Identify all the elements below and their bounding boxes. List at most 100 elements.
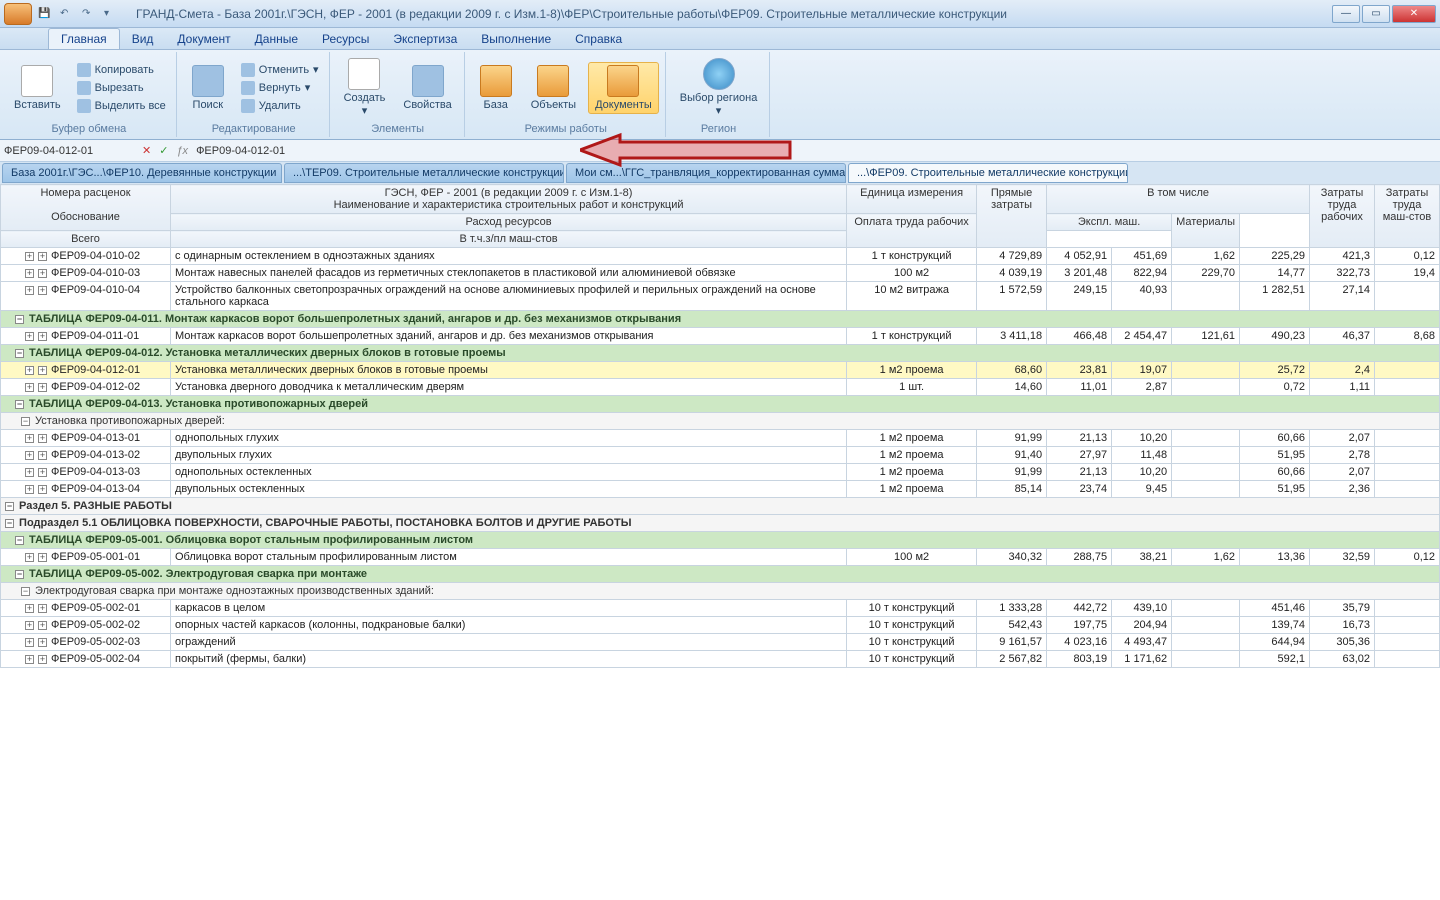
minimize-button[interactable]: —	[1332, 5, 1360, 23]
select-all-button[interactable]: Выделить все	[73, 98, 170, 114]
grid-area[interactable]: Номера расценок Обоснование ГЭСН, ФЕР - 2…	[0, 184, 1440, 900]
tab-view[interactable]: Вид	[120, 29, 166, 49]
table-row[interactable]: − ТАБЛИЦА ФЕР09-04-012. Установка металл…	[1, 345, 1440, 362]
properties-icon	[412, 65, 444, 97]
cell-reference[interactable]: ФЕР09-04-012-01	[4, 145, 134, 157]
tab-expertise[interactable]: Экспертиза	[381, 29, 469, 49]
cancel-icon[interactable]: ✕	[142, 144, 151, 157]
table-row[interactable]: ++ФЕР09-05-002-02опорных частей каркасов…	[1, 617, 1440, 634]
undo-button[interactable]: Отменить ▾	[237, 62, 323, 78]
col-total: Всего	[1, 231, 171, 248]
copy-button[interactable]: Копировать	[73, 62, 170, 78]
table-row[interactable]: ++ФЕР09-05-002-01каркасов в целом10 т ко…	[1, 600, 1440, 617]
table-row[interactable]: ++ФЕР09-05-001-01Облицовка ворот стальны…	[1, 549, 1440, 566]
doctab-3[interactable]: ...\ФЕР09. Строительные металлические ко…	[848, 163, 1128, 183]
tab-help[interactable]: Справка	[563, 29, 634, 49]
base-button[interactable]: База	[473, 63, 519, 113]
col-direct-cost: Прямые затраты	[977, 185, 1047, 248]
col-incl-driver: В т.ч.з/пл маш-стов	[171, 231, 847, 248]
table-row[interactable]: ++ФЕР09-04-013-01однопольных глухих1 м2 …	[1, 430, 1440, 447]
properties-button[interactable]: Свойства	[397, 63, 457, 113]
tab-document[interactable]: Документ	[165, 29, 242, 49]
fx-label: ƒx	[176, 145, 188, 157]
col-name-header: Наименование и характеристика строительн…	[334, 199, 684, 211]
region-button[interactable]: Выбор региона ▾	[674, 56, 764, 119]
table-row[interactable]: − ТАБЛИЦА ФЕР09-05-002. Электродуговая с…	[1, 566, 1440, 583]
table-row[interactable]: − ТАБЛИЦА ФЕР09-05-001. Облицовка ворот …	[1, 532, 1440, 549]
table-row[interactable]: − Подраздел 5.1 ОБЛИЦОВКА ПОВЕРХНОСТИ, С…	[1, 515, 1440, 532]
paste-button[interactable]: Вставить	[8, 63, 67, 113]
objects-button[interactable]: Объекты	[525, 63, 582, 113]
app-orb[interactable]	[4, 3, 32, 25]
doctab-0[interactable]: База 2001г.\ГЭС...\ФЕР10. Деревянные кон…	[2, 163, 282, 183]
delete-icon	[241, 99, 255, 113]
col-resource: Расход ресурсов	[171, 214, 847, 231]
table-row[interactable]: ++ФЕР09-05-002-03ограждений10 т конструк…	[1, 634, 1440, 651]
table-row[interactable]: − ТАБЛИЦА ФЕР09-04-013. Установка против…	[1, 396, 1440, 413]
formula-value[interactable]: ФЕР09-04-012-01	[196, 145, 285, 157]
close-button[interactable]: ✕	[1392, 5, 1436, 23]
table-row[interactable]: ++ФЕР09-04-011-01Монтаж каркасов ворот б…	[1, 328, 1440, 345]
table-row[interactable]: ++ФЕР09-04-013-04двупольных остекленных1…	[1, 481, 1440, 498]
table-row[interactable]: ++ФЕР09-04-010-03Монтаж навесных панелей…	[1, 265, 1440, 282]
col-materials: Материалы	[1172, 214, 1240, 248]
col-db-header: ГЭСН, ФЕР - 2001 (в редакции 2009 г. с И…	[385, 187, 633, 199]
documents-button[interactable]: Документы	[588, 62, 659, 114]
table-row[interactable]: ++ФЕР09-04-010-04Устройство балконных св…	[1, 282, 1440, 311]
formula-bar: ФЕР09-04-012-01 ✕ ✓ ƒx ФЕР09-04-012-01	[0, 140, 1440, 162]
quick-access-toolbar: 💾 ↶ ↷ ▾	[38, 8, 116, 20]
create-icon	[348, 58, 380, 90]
table-row[interactable]: − Электродуговая сварка при монтаже одно…	[1, 583, 1440, 600]
tab-data[interactable]: Данные	[243, 29, 310, 49]
col-unit: Единица измерения	[860, 187, 963, 199]
search-icon	[192, 65, 224, 97]
paste-icon	[21, 65, 53, 97]
redo-button[interactable]: Вернуть ▾	[237, 80, 323, 96]
delete-button[interactable]: Удалить	[237, 98, 323, 114]
tab-home[interactable]: Главная	[48, 28, 120, 49]
search-button[interactable]: Поиск	[185, 63, 231, 113]
table-row[interactable]: − Установка противопожарных дверей:	[1, 413, 1440, 430]
table-row[interactable]: ++ФЕР09-04-012-01Установка металлических…	[1, 362, 1440, 379]
qat-dropdown-icon[interactable]: ▾	[104, 8, 116, 20]
maximize-button[interactable]: ▭	[1362, 5, 1390, 23]
documents-icon	[607, 65, 639, 97]
table-row[interactable]: ++ФЕР09-04-012-02Установка дверного дово…	[1, 379, 1440, 396]
redo-icon	[241, 81, 255, 95]
qat-undo-icon[interactable]: ↶	[60, 8, 72, 20]
document-tabs: База 2001г.\ГЭС...\ФЕР10. Деревянные кон…	[0, 162, 1440, 184]
table-row[interactable]: − Раздел 5. РАЗНЫЕ РАБОТЫ	[1, 498, 1440, 515]
doctab-1[interactable]: ...\ТЕР09. Строительные металлические ко…	[284, 163, 564, 183]
table-row[interactable]: ++ФЕР09-04-013-03однопольных остекленных…	[1, 464, 1440, 481]
qat-redo-icon[interactable]: ↷	[82, 8, 94, 20]
group-elements-label: Элементы	[338, 121, 458, 135]
col-justification: Обоснование	[51, 211, 120, 223]
table-row[interactable]: ++ФЕР09-04-013-02двупольных глухих1 м2 п…	[1, 447, 1440, 464]
cut-button[interactable]: Вырезать	[73, 80, 170, 96]
col-machines: Экспл. маш.	[1047, 214, 1172, 231]
window-title: ГРАНД-Смета - База 2001г.\ГЭСН, ФЕР - 20…	[136, 7, 1332, 21]
qat-save-icon[interactable]: 💾	[38, 8, 50, 20]
group-region-label: Регион	[674, 121, 764, 135]
col-labor-workers: Затраты труда рабочих	[1310, 185, 1375, 248]
accept-icon[interactable]: ✓	[159, 144, 168, 157]
group-modes-label: Режимы работы	[473, 121, 659, 135]
group-edit-label: Редактирование	[185, 121, 323, 135]
base-icon	[480, 65, 512, 97]
close-icon[interactable]: ×	[280, 168, 282, 179]
cut-icon	[77, 81, 91, 95]
doctab-2[interactable]: Мои см...\ГГС_транвляция_корректированна…	[566, 163, 846, 183]
ribbon: Вставить Копировать Вырезать Выделить вс…	[0, 50, 1440, 140]
copy-icon	[77, 63, 91, 77]
table-row[interactable]: ++ФЕР09-05-002-04покрытий (фермы, балки)…	[1, 651, 1440, 668]
col-codes: Номера расценок	[5, 187, 166, 199]
titlebar: 💾 ↶ ↷ ▾ ГРАНД-Смета - База 2001г.\ГЭСН, …	[0, 0, 1440, 28]
table-row[interactable]: − ТАБЛИЦА ФЕР09-04-011. Монтаж каркасов …	[1, 311, 1440, 328]
tab-resources[interactable]: Ресурсы	[310, 29, 381, 49]
group-clipboard-label: Буфер обмена	[8, 121, 170, 135]
create-button[interactable]: Создать ▾	[338, 56, 392, 119]
tab-execution[interactable]: Выполнение	[469, 29, 563, 49]
globe-icon	[703, 58, 735, 90]
price-table: Номера расценок Обоснование ГЭСН, ФЕР - 2…	[0, 184, 1440, 668]
table-row[interactable]: ++ФЕР09-04-010-02с одинарным остеклением…	[1, 248, 1440, 265]
